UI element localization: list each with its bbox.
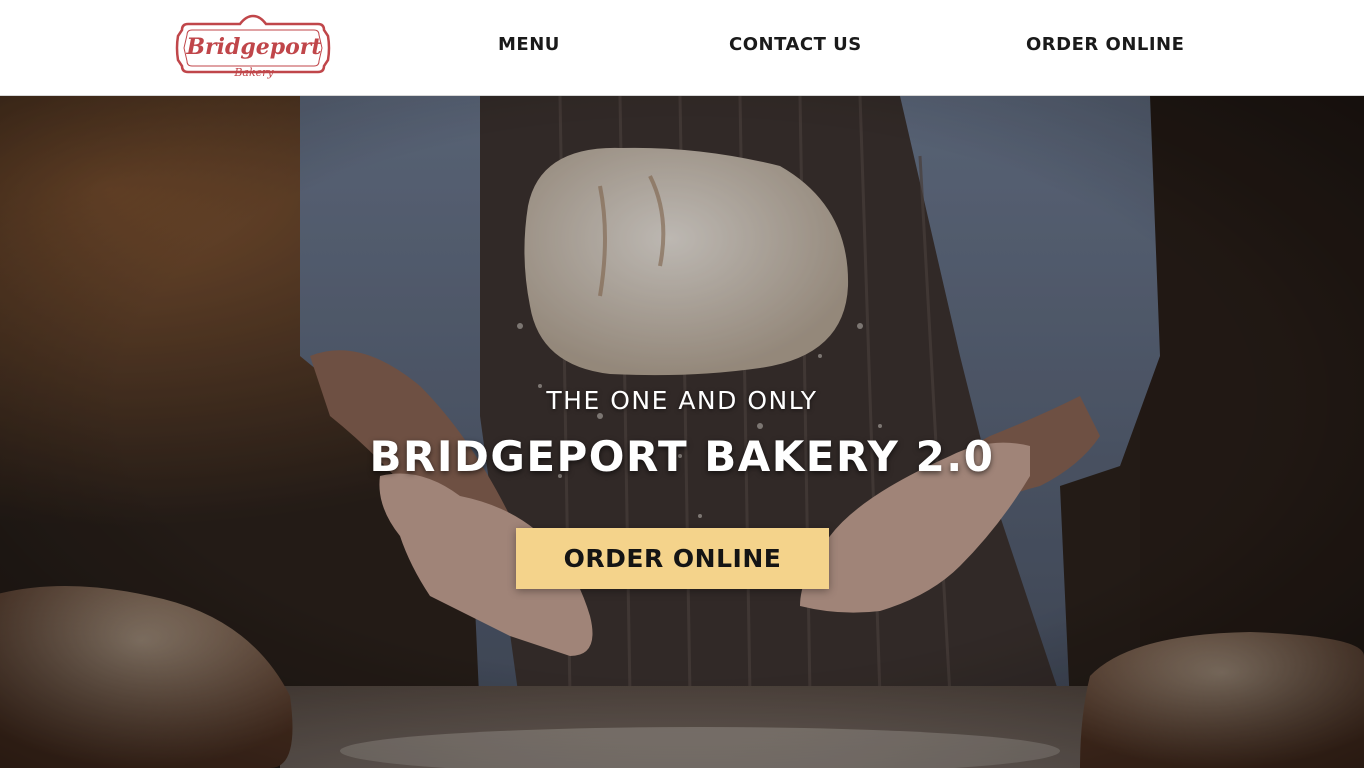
order-online-button[interactable]: ORDER ONLINE xyxy=(516,528,829,589)
hero-section: THE ONE AND ONLY BRIDGEPORT BAKERY 2.0 O… xyxy=(0,96,1364,768)
site-header: Bridgeport Bakery MENU CONTACT US ORDER … xyxy=(0,0,1364,96)
hero-title: BRIDGEPORT BAKERY 2.0 xyxy=(369,432,995,481)
nav-menu[interactable]: MENU xyxy=(498,34,560,55)
nav-contact-us[interactable]: CONTACT US xyxy=(729,34,862,55)
hero-subtitle: THE ONE AND ONLY xyxy=(546,386,818,415)
logo-script-text: Bridgeport xyxy=(185,34,321,60)
logo-badge-icon: Bridgeport Bakery xyxy=(175,14,331,79)
nav-order-online[interactable]: ORDER ONLINE xyxy=(1026,34,1184,55)
logo-sub-text: Bakery xyxy=(233,66,274,79)
bridgeport-bakery-logo[interactable]: Bridgeport Bakery xyxy=(174,14,332,82)
